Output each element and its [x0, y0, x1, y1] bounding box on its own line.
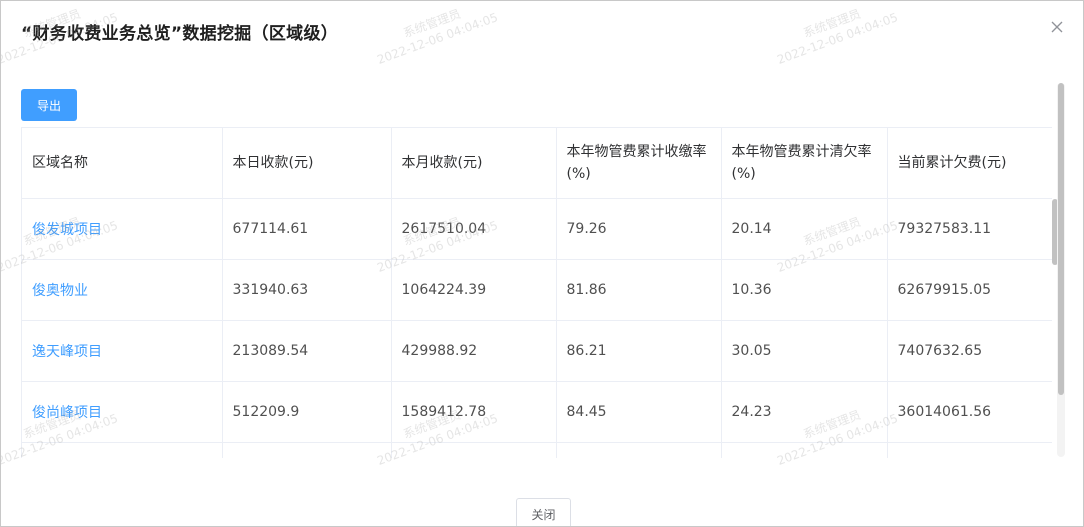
header-monthly-receipts: 本月收款(元)	[391, 128, 557, 199]
region-link[interactable]: 俊奥物业	[22, 259, 223, 321]
close-icon[interactable]	[1049, 19, 1065, 35]
dialog-title: “财务收费业务总览”数据挖掘（区域级）	[21, 24, 339, 44]
cell-current-arrears: 7407632.65	[887, 320, 1052, 382]
table-header-row: 区域名称 本日收款(元) 本月收款(元) 本年物管费累计收缴率(%) 本年物管费…	[22, 128, 1052, 199]
cell-arrears-clearance-rate: 10.36	[721, 259, 888, 321]
table-row: 逸天峰项目 213089.54 429988.92 86.21 30.05 74…	[22, 320, 1052, 382]
cell-collection-rate: 86.21	[556, 320, 722, 382]
close-button[interactable]: 关闭	[516, 498, 571, 526]
header-collection-rate: 本年物管费累计收缴率(%)	[556, 128, 722, 199]
cell-collection-rate: 81.86	[556, 259, 722, 321]
cell-monthly-receipts: 1589412.78	[391, 381, 557, 443]
region-link[interactable]: 逸天峰项目	[22, 320, 223, 382]
table-row: 俊发城项目 677114.61 2617510.04 79.26 20.14 7…	[22, 198, 1052, 260]
dialog: “财务收费业务总览”数据挖掘（区域级） 导出 区域名称 本日收款(元) 本月收款…	[0, 0, 1084, 527]
cell-current-arrears: 36014061.56	[887, 381, 1052, 443]
cell-arrears-clearance-rate: 20.14	[721, 198, 888, 260]
cell-daily-receipts: 677114.61	[222, 198, 392, 260]
region-link[interactable]: 俊发城项目	[22, 198, 223, 260]
cell-collection-rate: 84.45	[556, 381, 722, 443]
cell-monthly-receipts: 1064224.39	[391, 259, 557, 321]
cell-monthly-receipts: 429988.92	[391, 320, 557, 382]
header-current-arrears: 当前累计欠费(元)	[887, 128, 1052, 199]
cell-daily-receipts: 331940.63	[222, 259, 392, 321]
cell-monthly-receipts: 2617510.04	[391, 198, 557, 260]
cell-current-arrears: 79327583.11	[887, 198, 1052, 260]
table-row: 俊尚峰项目 512209.9 1589412.78 84.45 24.23 36…	[22, 381, 1052, 443]
watermark: 系统管理员 2022-12-06 04:04:05	[775, 6, 900, 67]
region-link[interactable]: 俊尚峰项目	[22, 381, 223, 443]
header-region-name: 区域名称	[22, 128, 223, 199]
cell-current-arrears: 62679915.05	[887, 259, 1052, 321]
dialog-scrollbar-thumb[interactable]	[1058, 83, 1064, 395]
header-arrears-clearance-rate: 本年物管费累计清欠率(%)	[721, 128, 888, 199]
table-row-partial	[22, 442, 1052, 458]
cell-collection-rate: 79.26	[556, 198, 722, 260]
cell-daily-receipts: 213089.54	[222, 320, 392, 382]
cell-arrears-clearance-rate: 24.23	[721, 381, 888, 443]
cell-daily-receipts: 512209.9	[222, 381, 392, 443]
cell-arrears-clearance-rate: 30.05	[721, 320, 888, 382]
watermark: 系统管理员 2022-12-06 04:04:05	[375, 6, 500, 67]
table-row: 俊奥物业 331940.63 1064224.39 81.86 10.36 62…	[22, 259, 1052, 321]
export-button[interactable]: 导出	[21, 89, 77, 121]
header-daily-receipts: 本日收款(元)	[222, 128, 392, 199]
data-table: 区域名称 本日收款(元) 本月收款(元) 本年物管费累计收缴率(%) 本年物管费…	[21, 127, 1052, 458]
